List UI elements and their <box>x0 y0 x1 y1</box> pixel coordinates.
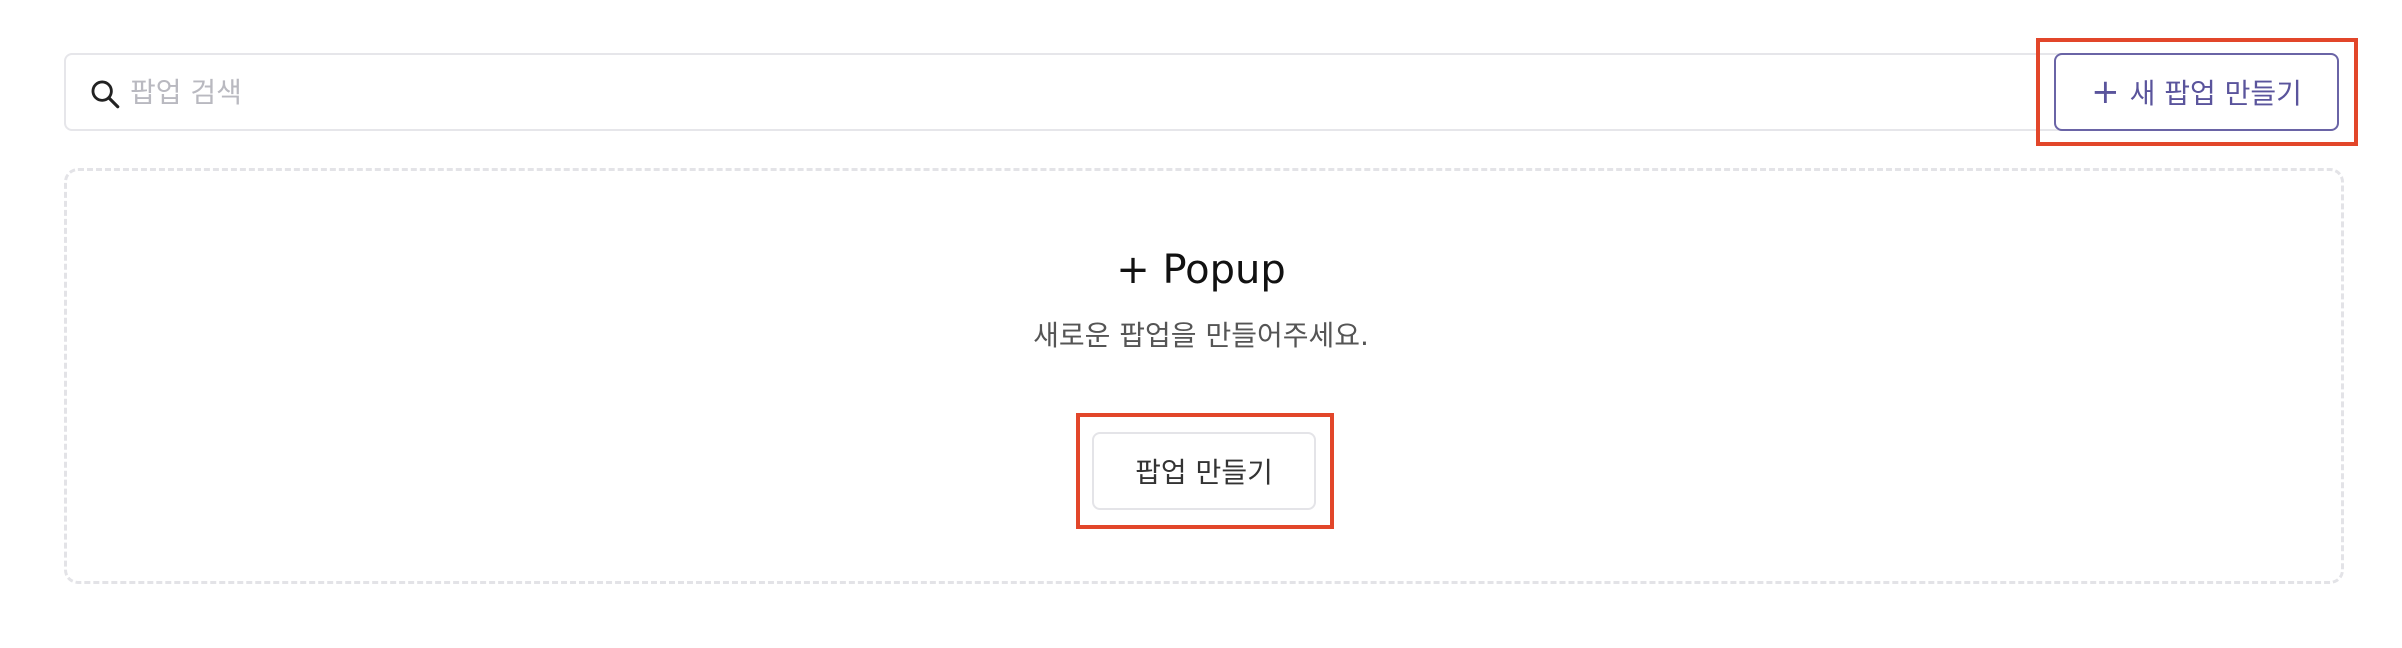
empty-state-description: 새로운 팝업을 만들어주세요. <box>1033 319 1369 352</box>
new-popup-button[interactable]: + 새 팝업 만들기 <box>2054 53 2339 131</box>
empty-state-title: + Popup <box>1116 247 1286 293</box>
popup-list-page: + 새 팝업 만들기 + Popup 새로운 팝업을 만들어주세요. 팝업 만들… <box>0 0 2402 648</box>
search-bar[interactable] <box>64 53 2114 131</box>
new-popup-button-label: 새 팝업 만들기 <box>2129 77 2302 110</box>
create-popup-button[interactable]: 팝업 만들기 <box>1092 432 1316 510</box>
search-icon <box>91 80 120 109</box>
search-input[interactable] <box>130 55 2030 129</box>
plus-icon: + <box>2091 72 2120 112</box>
